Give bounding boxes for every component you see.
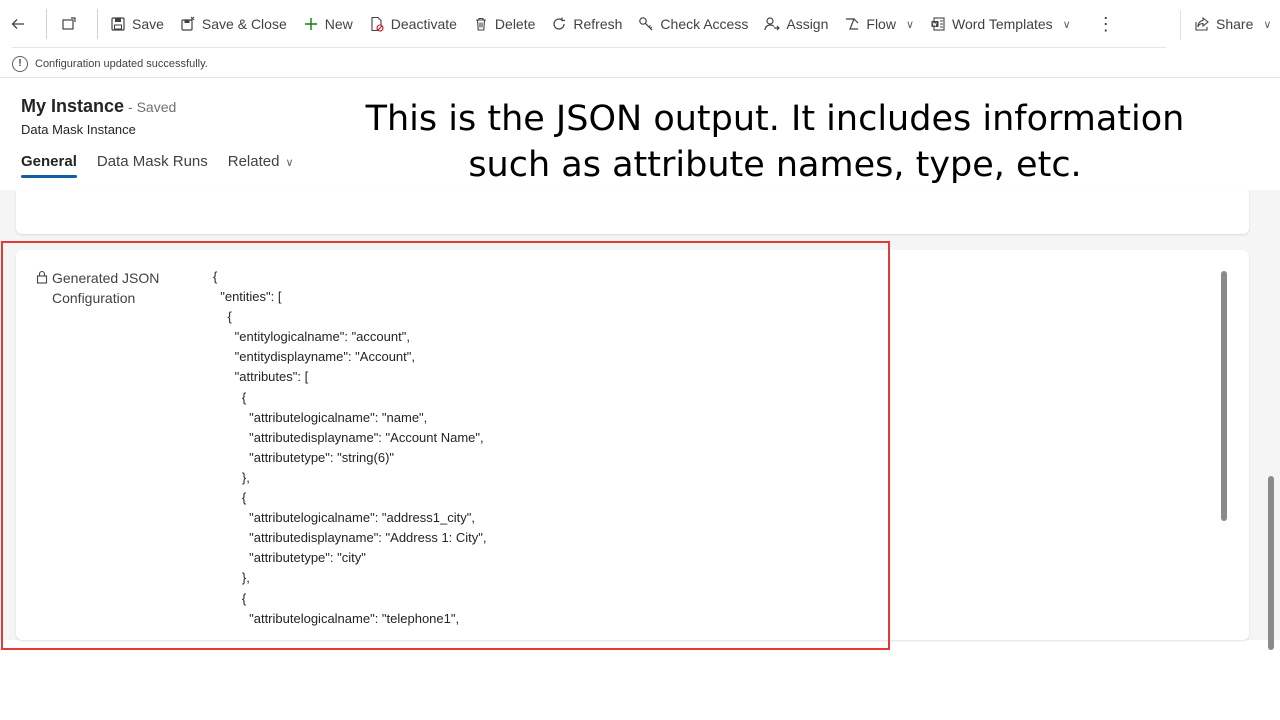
- more-commands-button[interactable]: ⋮: [1079, 8, 1133, 40]
- new-label: New: [324, 16, 353, 32]
- notification-text: Configuration updated successfully.: [35, 57, 208, 70]
- person-assign-icon: [764, 17, 781, 31]
- chevron-down-icon: ∨: [905, 18, 915, 31]
- refresh-icon: [553, 17, 566, 30]
- command-bar: Save Save & Close New Deactivate Delete …: [0, 0, 1280, 48]
- chevron-down-icon: ∨: [1062, 18, 1071, 31]
- chevron-down-icon: ∨: [285, 157, 294, 169]
- share-label: Share: [1216, 16, 1254, 32]
- refresh-label: Refresh: [573, 16, 623, 32]
- save-button[interactable]: Save: [102, 8, 172, 40]
- save-close-button[interactable]: Save & Close: [172, 8, 295, 40]
- delete-label: Delete: [494, 16, 536, 32]
- check-access-button[interactable]: Check Access: [630, 8, 756, 40]
- back-button[interactable]: [0, 8, 42, 40]
- tab-label: Related: [227, 153, 280, 170]
- record-name: My Instance: [21, 96, 125, 116]
- word-templates-button[interactable]: Word Templates ∨: [922, 8, 1079, 40]
- notification-bar: ! Configuration updated successfully.: [0, 50, 1280, 78]
- divider: [1180, 10, 1181, 40]
- new-button[interactable]: New: [295, 8, 361, 40]
- flow-icon: [846, 18, 859, 30]
- tab-label: Data Mask Runs: [96, 153, 208, 170]
- tab-list: General Data Mask Runs Related ∨: [21, 153, 314, 178]
- share-button[interactable]: Share ∨: [1186, 8, 1279, 40]
- plus-icon: [304, 18, 317, 30]
- deactivate-button[interactable]: Deactivate: [361, 8, 465, 40]
- record-title: My Instance - Saved: [21, 96, 176, 117]
- assign-label: Assign: [786, 16, 829, 32]
- page-scrollbar[interactable]: [1268, 476, 1274, 650]
- save-status: - Saved: [128, 99, 177, 115]
- form-section-top: [16, 190, 1249, 234]
- entity-name: Data Mask Instance: [21, 122, 136, 137]
- chevron-down-icon: ∨: [1263, 18, 1272, 31]
- deactivate-icon: [371, 16, 384, 32]
- key-icon: [639, 17, 653, 31]
- delete-button[interactable]: Delete: [465, 8, 543, 40]
- word-templates-label: Word Templates: [952, 16, 1053, 32]
- save-close-label: Save & Close: [201, 16, 287, 32]
- tab-general[interactable]: General: [21, 153, 77, 178]
- info-icon: !: [12, 55, 28, 72]
- tab-data-mask-runs[interactable]: Data Mask Runs: [97, 153, 208, 178]
- highlight-box: [1, 241, 890, 650]
- divider: [46, 9, 47, 39]
- tab-label: General: [21, 153, 77, 170]
- flow-button[interactable]: Flow ∨: [836, 8, 922, 40]
- check-access-label: Check Access: [660, 16, 749, 32]
- form-scrollbar[interactable]: [1221, 271, 1227, 521]
- tab-related[interactable]: Related ∨: [228, 153, 294, 178]
- word-template-icon: [931, 17, 945, 31]
- deactivate-label: Deactivate: [390, 16, 457, 32]
- page-bottom-blank: [0, 650, 1280, 720]
- save-label: Save: [132, 16, 164, 32]
- open-new-window-button[interactable]: [51, 8, 93, 40]
- assign-button[interactable]: Assign: [756, 8, 836, 40]
- divider: [97, 9, 98, 39]
- save-icon: [111, 17, 125, 31]
- flow-label: Flow: [866, 16, 896, 32]
- command-bar-divider: [12, 47, 1166, 48]
- save-close-icon: [181, 16, 195, 31]
- refresh-button[interactable]: Refresh: [543, 8, 630, 40]
- annotation-caption: This is the JSON output. It includes inf…: [365, 99, 1185, 185]
- back-arrow-icon: [11, 19, 24, 29]
- popout-icon: [62, 17, 76, 30]
- share-icon: [1195, 16, 1209, 31]
- trash-icon: [475, 17, 486, 31]
